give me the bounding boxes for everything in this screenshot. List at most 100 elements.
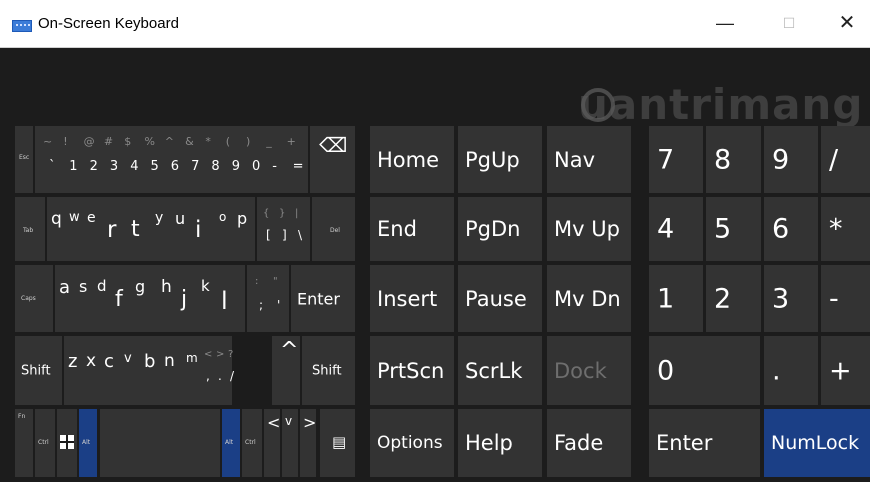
backspace-key[interactable]: ⌫ <box>310 126 355 193</box>
ctrl-right-key[interactable]: Ctrl <box>242 409 262 477</box>
letter-key-a[interactable]: a <box>59 265 78 332</box>
numpad-key-0[interactable]: 4 <box>649 197 703 261</box>
nav-key-insert[interactable]: Insert <box>370 265 454 332</box>
right-arrow-key[interactable]: > <box>300 409 316 477</box>
nav-key-pgup[interactable]: PgUp <box>458 126 542 193</box>
space-key[interactable] <box>100 409 220 477</box>
shift-right-key[interactable]: Shift <box>302 336 355 405</box>
numpad-key-2[interactable]: 3 <box>764 265 818 332</box>
number-key-10[interactable]: ) 0 <box>242 126 262 193</box>
letter-key-s[interactable]: s <box>79 265 98 332</box>
tab-key[interactable]: Tab <box>15 197 45 261</box>
number-key-1[interactable]: ! 1 <box>59 126 79 193</box>
up-arrow-key[interactable]: ^ <box>272 336 300 405</box>
nav-key-home[interactable]: Home <box>370 126 454 193</box>
numpad-key-1[interactable]: 5 <box>706 197 761 261</box>
nav-key-fade[interactable]: Fade <box>547 409 631 477</box>
letter-key-p[interactable]: p <box>237 197 255 261</box>
number-key-8[interactable]: * 8 <box>201 126 221 193</box>
letter-key-e[interactable]: e <box>87 197 105 261</box>
numpad-key-decimal[interactable]: . <box>764 336 818 405</box>
letter-key-w[interactable]: w <box>69 197 87 261</box>
minimize-button[interactable]: — <box>702 0 748 47</box>
letter-key-l[interactable]: l <box>221 265 240 332</box>
number-key-0[interactable]: ~ ` <box>39 126 59 193</box>
nav-key-prtscn[interactable]: PrtScn <box>370 336 454 405</box>
letter-key-r[interactable]: r <box>107 197 125 261</box>
letter-key-i[interactable]: i <box>195 197 213 261</box>
number-key-12[interactable]: + = <box>283 126 304 193</box>
letter-key-d[interactable]: d <box>97 265 116 332</box>
numpad-key-0[interactable]: 1 <box>649 265 703 332</box>
left-arrow-key[interactable]: < <box>264 409 280 477</box>
numpad-key-enter[interactable]: Enter <box>649 409 760 477</box>
letter-key-o[interactable]: o <box>219 197 237 261</box>
letter-key-v[interactable]: v <box>124 336 142 405</box>
letter-key-k[interactable]: k <box>201 265 220 332</box>
close-button[interactable]: ✕ <box>824 0 870 47</box>
windows-key[interactable] <box>57 409 77 477</box>
nav-key-pgdn[interactable]: PgDn <box>458 197 542 261</box>
letter-key-g[interactable]: g <box>135 265 154 332</box>
nav-key-dock[interactable]: Dock <box>547 336 631 405</box>
punct-key-1[interactable]: " ' <box>269 265 287 332</box>
bracket-key-0[interactable]: {[ <box>260 197 276 261</box>
nav-key-options[interactable]: Options <box>370 409 454 477</box>
number-key-7[interactable]: & 7 <box>181 126 201 193</box>
number-key-11[interactable]: _ - <box>262 126 282 193</box>
nav-key-nav[interactable]: Nav <box>547 126 631 193</box>
number-key-5[interactable]: % 5 <box>141 126 161 193</box>
nav-key-end[interactable]: End <box>370 197 454 261</box>
punct-key-0[interactable]: :; <box>251 265 269 332</box>
number-key-3[interactable]: #3 <box>100 126 120 193</box>
nav-key-help[interactable]: Help <box>458 409 542 477</box>
numpad-key-2[interactable]: 6 <box>764 197 818 261</box>
numpad-key-2[interactable]: 9 <box>764 126 818 193</box>
enter-key[interactable]: Enter <box>291 265 355 332</box>
esc-key[interactable]: Esc <box>15 126 33 193</box>
number-key-9[interactable]: (9 <box>222 126 242 193</box>
numpad-key-3[interactable]: - <box>821 265 870 332</box>
del-key[interactable]: Del <box>312 197 355 261</box>
numpad-key-1[interactable]: 2 <box>706 265 761 332</box>
alt-left-key[interactable]: Alt <box>79 409 97 477</box>
letter-key-t[interactable]: t <box>131 197 149 261</box>
numpad-key-3[interactable]: / <box>821 126 870 193</box>
ctrl-left-key[interactable]: Ctrl <box>35 409 55 477</box>
numlock-key[interactable]: NumLock <box>764 409 870 477</box>
numpad-key-1[interactable]: 8 <box>706 126 761 193</box>
nav-key-pause[interactable]: Pause <box>458 265 542 332</box>
menu-key[interactable]: ▤ <box>320 409 355 477</box>
nav-key-mv-dn[interactable]: Mv Dn <box>547 265 631 332</box>
maximize-button[interactable]: ☐ <box>766 0 812 47</box>
numpad-key-plus[interactable]: + <box>821 336 870 405</box>
numpad-key-0[interactable]: 7 <box>649 126 703 193</box>
number-key-2[interactable]: @2 <box>80 126 100 193</box>
numpad-key-3[interactable]: * <box>821 197 870 261</box>
letter-key-z[interactable]: z <box>68 336 86 405</box>
punct-key-0[interactable]: <, <box>204 336 216 405</box>
bracket-key-1[interactable]: }] <box>276 197 292 261</box>
letter-key-y[interactable]: y <box>155 197 173 261</box>
letter-key-m[interactable]: m <box>186 336 204 405</box>
letter-key-q[interactable]: q <box>51 197 69 261</box>
caps-key[interactable]: Caps <box>15 265 53 332</box>
nav-key-mv-up[interactable]: Mv Up <box>547 197 631 261</box>
fn-key[interactable]: Fn <box>15 409 33 477</box>
punct-key-2[interactable]: ? / <box>228 336 240 405</box>
nav-key-scrlk[interactable]: ScrLk <box>458 336 542 405</box>
bracket-key-2[interactable]: | \ <box>292 197 308 261</box>
letter-key-u[interactable]: u <box>175 197 193 261</box>
letter-key-b[interactable]: b <box>144 336 162 405</box>
down-arrow-key[interactable]: v <box>282 409 298 477</box>
letter-key-c[interactable]: c <box>104 336 122 405</box>
number-key-6[interactable]: ^ 6 <box>161 126 181 193</box>
shift-left-key[interactable]: Shift <box>15 336 62 405</box>
number-key-4[interactable]: $4 <box>120 126 140 193</box>
alt-right-key[interactable]: Alt <box>222 409 240 477</box>
punct-key-1[interactable]: >. <box>216 336 228 405</box>
letter-key-h[interactable]: h <box>161 265 180 332</box>
letter-key-x[interactable]: x <box>86 336 104 405</box>
letter-key-j[interactable]: j <box>181 265 200 332</box>
letter-key-n[interactable]: n <box>164 336 182 405</box>
